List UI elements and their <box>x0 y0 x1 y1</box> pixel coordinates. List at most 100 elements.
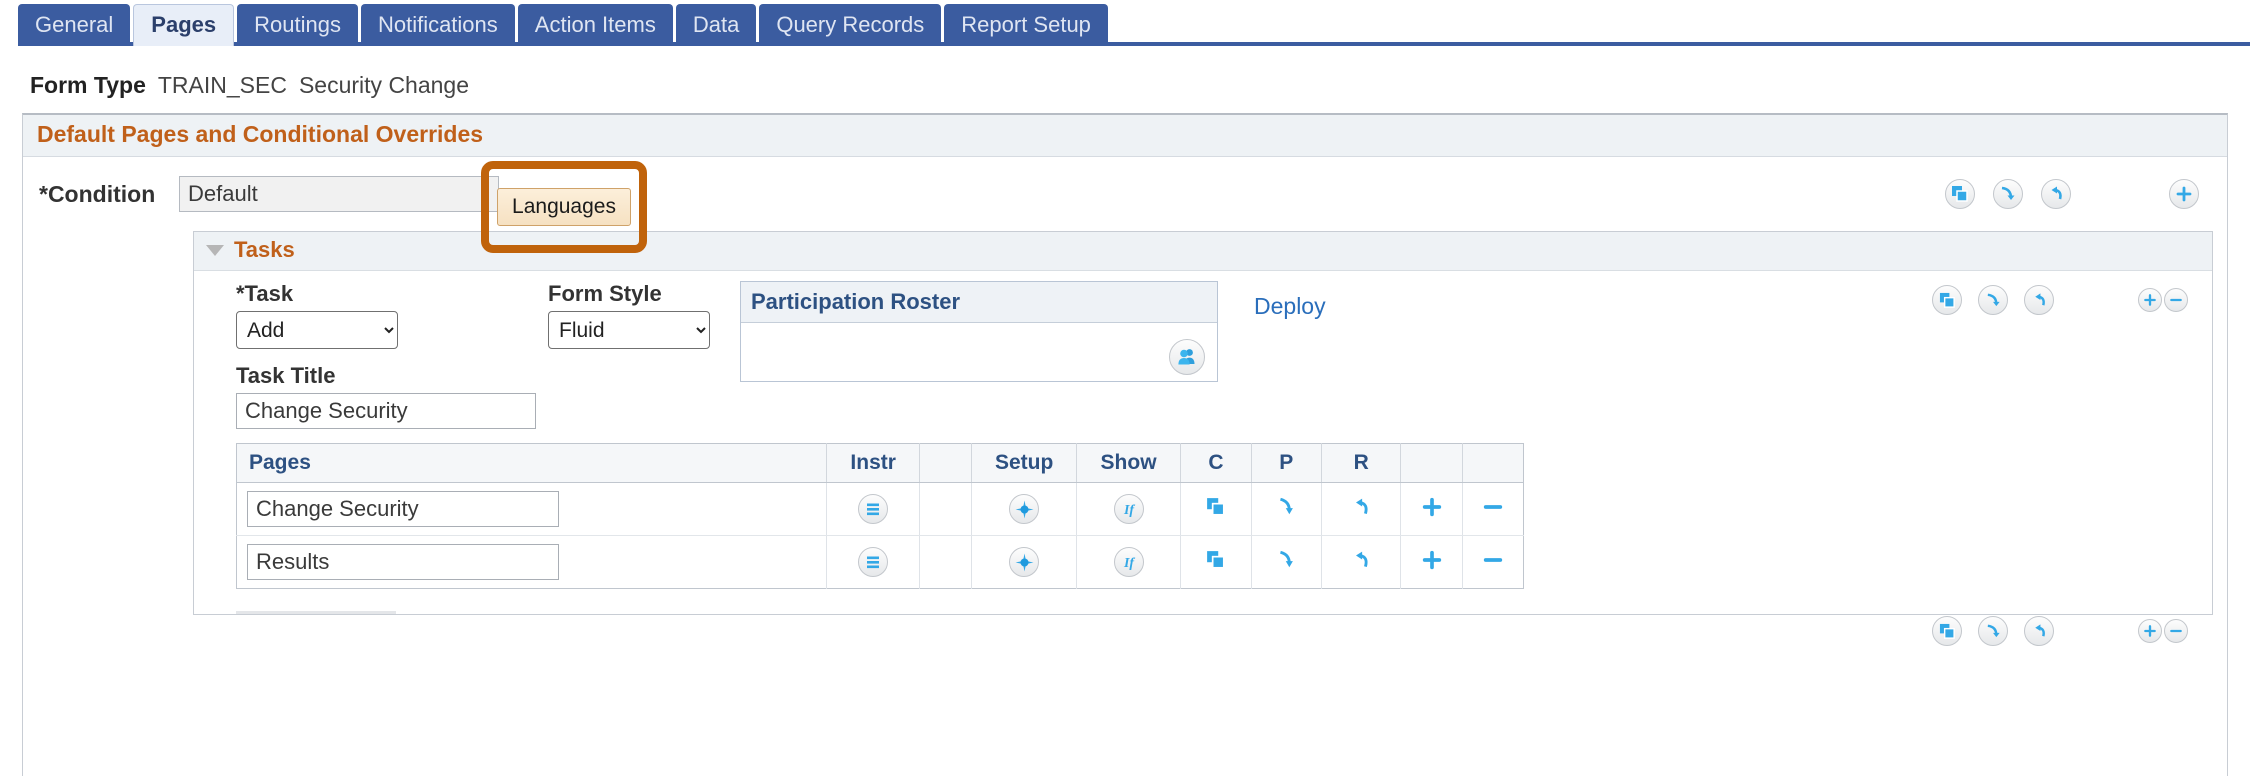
tab-notifications[interactable]: Notifications <box>360 4 515 46</box>
undo-arrow-icon[interactable] <box>1351 550 1371 570</box>
undo-arrow-icon[interactable] <box>2024 616 2054 646</box>
remove-row-cell <box>1462 482 1524 536</box>
minus-icon[interactable] <box>2164 288 2188 312</box>
page-name-cell <box>236 535 828 589</box>
add-row-cell <box>1400 482 1463 536</box>
languages-button[interactable]: Languages <box>497 188 631 226</box>
list-lines-icon[interactable] <box>858 494 889 524</box>
page-name-input[interactable] <box>247 491 559 527</box>
condition-row: *Condition Languages <box>23 157 2227 253</box>
participation-roster-panel: Participation Roster <box>740 281 1218 382</box>
remove-row-cell <box>1462 536 1523 589</box>
col-header-blank-2 <box>1400 443 1463 483</box>
plus-icon[interactable] <box>2138 619 2162 643</box>
plus-icon[interactable] <box>1421 496 1443 518</box>
participation-roster-body <box>741 323 1217 381</box>
blank-cell-1 <box>919 535 973 589</box>
pages-table-header-row: Pages Instr Setup Show C P R <box>236 443 1524 483</box>
copy-cell <box>1180 535 1252 589</box>
tab-pages[interactable]: Pages <box>133 4 235 46</box>
col-header-show: Show <box>1076 443 1182 483</box>
move-arrow-icon[interactable] <box>1276 497 1296 517</box>
tab-report-setup[interactable]: Report Setup <box>944 4 1108 46</box>
col-header-setup: Setup <box>971 443 1077 483</box>
if-condition-icon[interactable]: If <box>1113 494 1144 524</box>
tab-query-records[interactable]: Query Records <box>759 4 942 46</box>
move-arrow-icon[interactable] <box>1993 179 2023 209</box>
move-cell <box>1251 535 1322 589</box>
reset-cell <box>1321 535 1402 589</box>
svg-text:If: If <box>1122 556 1134 571</box>
group-header-title: Default Pages and Conditional Overrides <box>23 115 2227 157</box>
task-title-input[interactable] <box>236 393 536 429</box>
tasks-title: Tasks <box>234 237 295 262</box>
if-condition-icon[interactable]: If <box>1113 547 1144 577</box>
list-lines-icon[interactable] <box>858 547 889 577</box>
move-cell <box>1251 482 1322 536</box>
bottom-partial-toolbar <box>1932 616 2188 646</box>
col-header-instr: Instr <box>826 443 921 483</box>
plus-icon[interactable] <box>1421 549 1443 571</box>
table-row: If <box>236 482 1524 536</box>
form-type-description: Security Change <box>298 72 470 98</box>
form-style-select[interactable]: Fluid <box>548 311 710 349</box>
condition-input[interactable] <box>179 176 499 212</box>
chevron-down-icon[interactable] <box>206 244 224 256</box>
col-header-p: P <box>1251 443 1322 483</box>
task-title-label: Task Title <box>236 363 336 388</box>
svg-text:If: If <box>1122 503 1134 518</box>
copy-icon[interactable] <box>1206 550 1226 570</box>
task-label: *Task <box>236 281 294 306</box>
copy-icon[interactable] <box>1945 179 1975 209</box>
col-header-r: R <box>1321 443 1402 483</box>
minus-icon[interactable] <box>2164 619 2188 643</box>
minus-icon[interactable] <box>1482 549 1504 571</box>
pages-table: Pages Instr Setup Show C P R Change Secu… <box>236 443 1524 589</box>
participation-roster-title: Participation Roster <box>741 282 1217 323</box>
form-style-field-group: Form Style Fluid <box>548 281 710 349</box>
copy-icon[interactable] <box>1932 616 1962 646</box>
move-arrow-icon[interactable] <box>1978 616 2008 646</box>
instr-cell <box>826 535 921 589</box>
people-icon[interactable] <box>1169 339 1205 375</box>
undo-arrow-icon[interactable] <box>1351 497 1371 517</box>
minus-icon[interactable] <box>1482 496 1504 518</box>
tab-general[interactable]: General <box>18 4 131 46</box>
languages-highlight-box: Languages <box>481 161 647 253</box>
page-name-input[interactable] <box>247 544 559 580</box>
copy-icon[interactable] <box>1932 285 1962 315</box>
col-header-blank-1 <box>919 443 973 483</box>
undo-arrow-icon[interactable] <box>2024 285 2054 315</box>
condition-label: *Condition <box>39 180 156 207</box>
task-field-group: *Task Add Task Title <box>236 281 536 429</box>
table-row: If <box>236 535 1524 589</box>
copy-cell <box>1180 482 1252 536</box>
tab-routings[interactable]: Routings <box>237 4 358 46</box>
diamond-setup-icon[interactable] <box>1009 494 1040 524</box>
setup-cell <box>971 482 1077 536</box>
section-divider <box>236 611 396 614</box>
tab-data[interactable]: Data <box>675 4 757 46</box>
page-name-cell <box>236 482 828 536</box>
form-type-line: Form Type TRAIN_SEC Security Change <box>30 72 2250 99</box>
tab-action-items[interactable]: Action Items <box>517 4 673 46</box>
deploy-link[interactable]: Deploy <box>1254 293 1326 320</box>
blank-cell-1 <box>919 482 973 536</box>
add-remove-pair <box>2138 619 2188 643</box>
undo-arrow-icon[interactable] <box>2041 179 2071 209</box>
show-cell: If <box>1076 482 1182 536</box>
main-tab-bar: General Pages Routings Notifications Act… <box>0 0 2250 46</box>
plus-icon[interactable] <box>2169 179 2199 209</box>
form-type-label: Form Type <box>30 72 146 98</box>
copy-icon[interactable] <box>1206 497 1226 517</box>
plus-icon[interactable] <box>2138 288 2162 312</box>
tasks-body: *Task Add Task Title Form Style Fluid Pa… <box>194 271 2212 646</box>
move-arrow-icon[interactable] <box>1978 285 2008 315</box>
setup-cell <box>971 535 1077 589</box>
col-header-blank-3 <box>1462 443 1524 483</box>
add-row-cell <box>1400 535 1463 589</box>
diamond-setup-icon[interactable] <box>1009 547 1040 577</box>
move-arrow-icon[interactable] <box>1276 550 1296 570</box>
default-pages-group: Default Pages and Conditional Overrides … <box>22 113 2228 776</box>
task-select[interactable]: Add <box>236 311 398 349</box>
